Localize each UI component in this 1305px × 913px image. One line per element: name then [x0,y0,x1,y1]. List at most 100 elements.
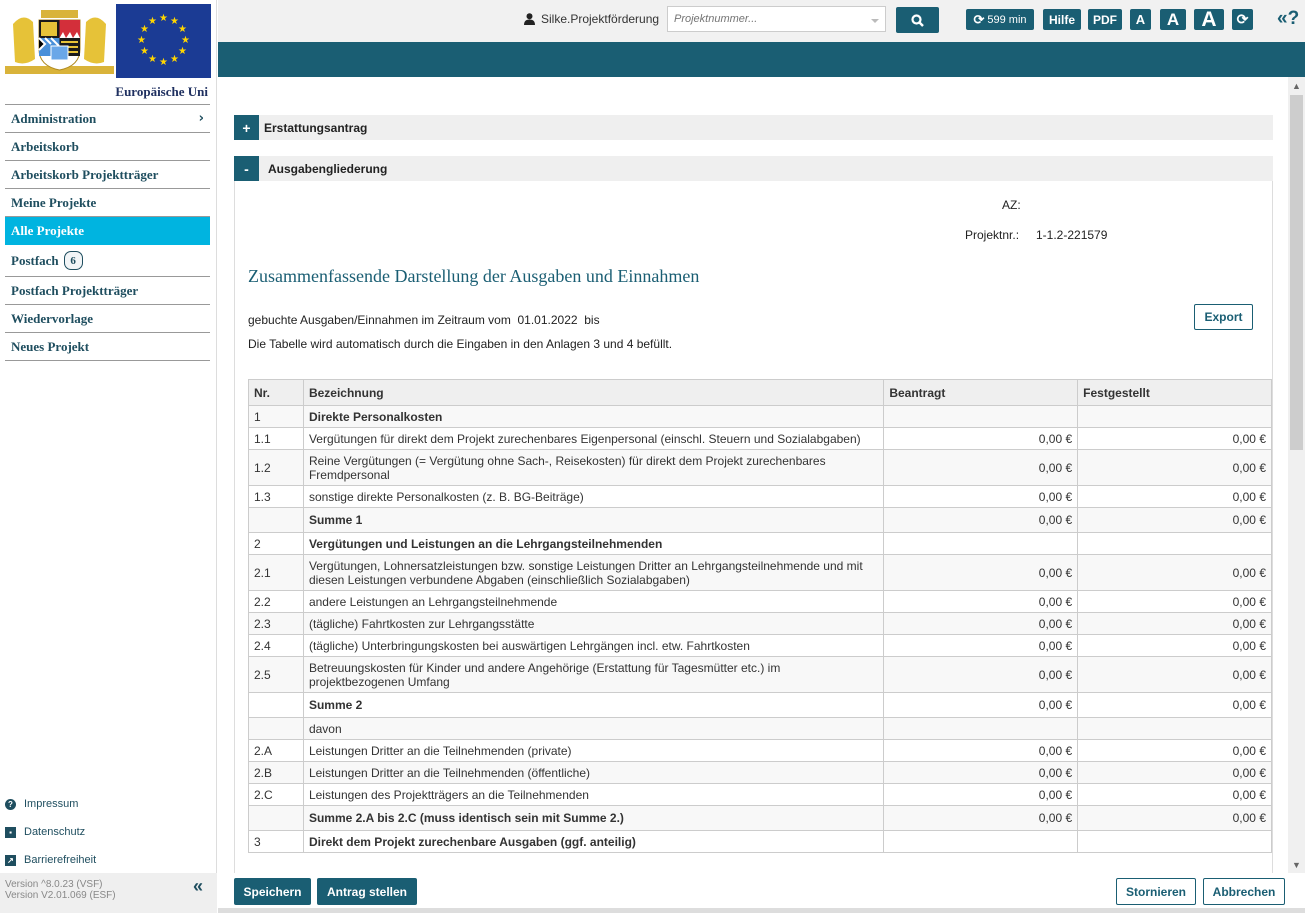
row-nr: 2.2 [248,590,304,613]
project-number-input[interactable] [668,7,885,31]
row-bezeichnung: Vergütungen für direkt dem Projekt zurec… [302,427,885,450]
cancel-request-button[interactable]: Stornieren [1116,878,1196,905]
nav-item-wiedervorlage[interactable]: Wiedervorlage [5,305,210,333]
pdf-button[interactable]: PDF [1088,9,1122,30]
period-text: gebuchte Ausgaben/Einnahmen im Zeitraum … [248,313,511,327]
abort-button[interactable]: Abbrechen [1203,878,1285,905]
period-line: gebuchte Ausgaben/Einnahmen im Zeitraum … [248,313,600,327]
col-header-nr: Nr. [248,379,304,406]
table-row: 2 Vergütungen und Leistungen an die Lehrg… [248,532,1272,555]
collapse-sidebar-icon[interactable]: « [193,877,203,895]
section-title: Ausgabengliederung [268,161,388,176]
svg-text:★: ★ [140,46,149,57]
row-bezeichnung: andere Leistungen an Lehrgangsteilnehmen… [302,590,885,613]
nav-item-postfach-projekttraeger[interactable]: Postfach Projektträger [5,277,210,305]
row-festgestellt: 0,00 € [1077,507,1272,533]
row-nr: 1.2 [248,449,304,486]
section-ausgabengliederung[interactable]: - Ausgabengliederung [234,156,1273,181]
row-festgestellt: 0,00 € [1077,805,1272,831]
nav-item-neues-projekt[interactable]: Neues Projekt [5,333,210,361]
context-help-icon[interactable]: «? [1277,8,1299,30]
scroll-up-icon[interactable]: ▲ [1288,77,1305,94]
eu-brand-text: Europäische Uni [115,84,208,99]
scroll-down-icon[interactable]: ▼ [1288,856,1305,873]
export-button[interactable]: Export [1194,304,1253,330]
nav-item-alle-projekte[interactable]: Alle Projekte [5,217,210,245]
table-row: 2.C Leistungen des Projektträgers an die … [248,783,1272,806]
footer-links: ? Impressum ▪ Datenschutz ↗ Barrierefrei… [5,790,96,874]
table-row: 1 Direkte Personalkosten [248,405,1272,428]
row-beantragt [883,532,1079,555]
row-nr: 2.3 [248,612,304,635]
help-button[interactable]: Hilfe [1043,9,1081,30]
row-beantragt [883,405,1079,428]
table-row: 3 Direkt dem Projekt zurechenbare Ausgabe… [248,830,1272,853]
search-button[interactable] [896,7,939,33]
svg-text:★: ★ [178,24,187,35]
nav-item-label: Meine Projekte [11,194,97,210]
table-row: davon [248,717,1272,740]
barrierefreiheit-label: Barrierefreiheit [24,854,97,866]
period-to-label: bis [584,313,600,327]
col-header-bezeichnung: Bezeichnung [302,379,885,406]
nav-item-arbeitskorb-projekttraeger[interactable]: Arbeitskorb Projektträger [5,161,210,189]
eu-flag-logo: ★ ★ ★ ★ ★ ★ ★ ★ ★ ★ ★ ★ [116,4,211,78]
row-beantragt: 0,00 € [883,761,1079,784]
session-timer-value: 599 min [987,13,1027,26]
submit-application-button[interactable]: Antrag stellen [317,878,417,905]
table-row: 2.1 Vergütungen, Lohnersatzleistungen bzw… [248,554,1272,591]
svg-text:★: ★ [178,46,187,57]
row-beantragt: 0,00 € [883,805,1079,831]
row-festgestellt: 0,00 € [1077,692,1272,718]
refresh-icon: ⟳ [1236,11,1249,27]
row-festgestellt: 0,00 € [1077,761,1272,784]
session-timer-button[interactable]: ⟳ 599 min [966,9,1034,30]
row-nr [248,692,304,718]
projektnr-value: 1-1.2-221579 [1036,228,1108,242]
svg-text:★: ★ [137,35,146,46]
row-nr: 2.4 [248,634,304,657]
nav-item-arbeitskorb[interactable]: Arbeitskorb [5,133,210,161]
nav-item-postfach[interactable]: Postfach 6 [5,245,210,277]
row-bezeichnung: Summe 2.A bis 2.C (muss identisch sein m… [302,805,885,831]
row-nr: 1.1 [248,427,304,450]
barrierefreiheit-link[interactable]: ↗ Barrierefreiheit [5,846,96,874]
nav-item-meine-projekte[interactable]: Meine Projekte [5,189,210,217]
datenschutz-link[interactable]: ▪ Datenschutz [5,818,96,846]
svg-text:★: ★ [159,57,168,68]
row-beantragt: 0,00 € [883,507,1079,533]
table-row: 1.1 Vergütungen für direkt dem Projekt zu… [248,427,1272,450]
impressum-link[interactable]: ? Impressum [5,790,96,818]
row-bezeichnung: davon [302,717,885,740]
row-bezeichnung: Leistungen Dritter an die Teilnehmenden … [302,761,885,784]
row-beantragt [883,830,1079,853]
col-header-festgestellt: Festgestellt [1077,379,1272,406]
sidebar: ★ ★ ★ ★ ★ ★ ★ ★ ★ ★ ★ ★ Europäische Uni … [0,0,217,913]
project-number-search[interactable] [667,6,886,32]
font-size-large-button[interactable]: A [1194,8,1224,31]
table-row: 2.2 andere Leistungen an Lehrgangsteilneh… [248,590,1272,613]
scrollbar-thumb[interactable] [1290,95,1303,450]
font-size-medium-button[interactable]: A [1160,9,1186,30]
table-row: 2.3 (tägliche) Fahrtkosten zur Lehrgangss… [248,612,1272,635]
collapse-icon[interactable]: - [234,156,259,181]
user-name: Silke.Projektförderung [541,12,660,26]
section-title: Erstattungsantrag [264,120,368,135]
projektnr-label: Projektnr.: [965,228,1020,242]
reload-button[interactable]: ⟳ [1232,9,1253,30]
table-row: 1.3 sonstige direkte Personalkosten (z. B… [248,485,1272,508]
font-size-small-button[interactable]: A [1130,9,1151,30]
row-nr [248,717,304,740]
save-button[interactable]: Speichern [234,878,311,905]
row-bezeichnung: Reine Vergütungen (= Vergütung ohne Sach… [302,449,885,486]
row-nr: 2.1 [248,554,304,591]
nav-item-label: Postfach Projektträger [11,282,139,298]
logos: ★ ★ ★ ★ ★ ★ ★ ★ ★ ★ ★ ★ [5,4,211,78]
top-bar: Silke.Projektförderung ⟳ 599 min Hilfe P… [218,0,1305,42]
nav-item-administration[interactable]: Administration › [5,105,210,133]
expand-icon[interactable]: + [234,115,259,140]
search-icon [911,13,924,27]
section-erstattungsantrag[interactable]: + Erstattungsantrag [234,115,1273,140]
vertical-scrollbar[interactable]: ▲ ▼ [1288,77,1305,873]
row-bezeichnung: Direkt dem Projekt zurechenbare Ausgaben… [302,830,885,853]
